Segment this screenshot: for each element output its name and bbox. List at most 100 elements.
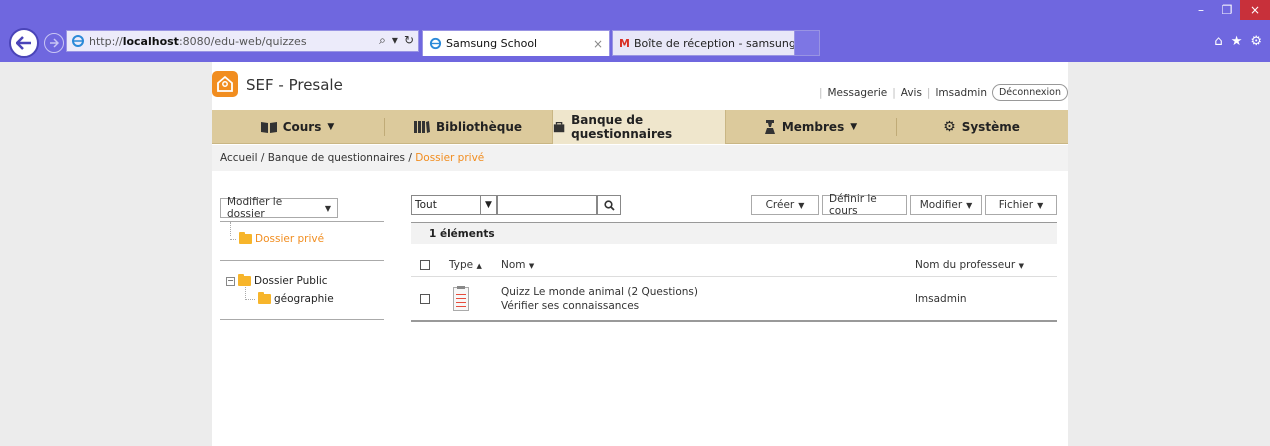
sort-asc-icon: ▲ bbox=[476, 261, 482, 270]
nav-membres[interactable]: Membres ▼ bbox=[726, 110, 896, 144]
gear-icon[interactable]: ⚙ bbox=[1250, 34, 1262, 49]
tree-item-private[interactable]: Dossier privé bbox=[230, 230, 324, 248]
window-controls: – ❐ × bbox=[1188, 0, 1270, 20]
search-icon[interactable]: ⌕ bbox=[379, 33, 386, 48]
nav-label: Bibliothèque bbox=[435, 120, 522, 134]
type-cell bbox=[439, 286, 489, 311]
action-buttons: Créer ▼ Définir le cours Modifier ▼ Fich… bbox=[751, 193, 1057, 217]
minimize-button[interactable]: – bbox=[1188, 0, 1214, 20]
logo[interactable] bbox=[212, 71, 238, 97]
nav-label: Banque de questionnaires bbox=[571, 113, 673, 141]
folder-panel: Modifier le dossier ▼ Dossier privé − Do… bbox=[220, 195, 384, 320]
back-button[interactable] bbox=[9, 28, 39, 58]
ie-icon bbox=[429, 37, 442, 50]
breadcrumb-separator: / bbox=[257, 152, 268, 164]
restore-button[interactable]: ❐ bbox=[1214, 0, 1240, 20]
file-button[interactable]: Fichier ▼ bbox=[985, 195, 1057, 215]
user-links: | Messagerie | Avis | lmsadmin Déconnexi… bbox=[819, 84, 1068, 101]
address-bar[interactable]: http://localhost:8080/edu-web/quizzes ⌕ … bbox=[66, 30, 419, 52]
name-cell: Quizz Le monde animal (2 Questions) Véri… bbox=[489, 285, 903, 313]
messaging-link[interactable]: Messagerie bbox=[827, 87, 887, 99]
nav-cours[interactable]: Cours ▼ bbox=[212, 110, 384, 144]
select-all-checkbox[interactable] bbox=[420, 259, 430, 270]
column-name[interactable]: Nom ▼ bbox=[489, 259, 903, 271]
person-icon bbox=[764, 120, 775, 134]
chevron-down-icon: ▼ bbox=[798, 200, 805, 210]
close-window-button[interactable]: × bbox=[1240, 0, 1270, 20]
quiz-title[interactable]: Quizz Le monde animal (2 Questions) bbox=[501, 285, 903, 299]
create-button[interactable]: Créer ▼ bbox=[751, 195, 819, 215]
chevron-down-icon: ▼ bbox=[850, 122, 858, 132]
url-path: :8080/edu-web/quizzes bbox=[178, 34, 307, 48]
star-icon[interactable]: ★ bbox=[1231, 34, 1243, 49]
user-link[interactable]: lmsadmin bbox=[935, 87, 987, 99]
sort-desc-icon: ▼ bbox=[528, 261, 535, 270]
search-button[interactable] bbox=[597, 195, 621, 215]
breadcrumb-question-bank[interactable]: Banque de questionnaires bbox=[268, 152, 405, 164]
tab-samsung-school[interactable]: Samsung School × bbox=[422, 30, 610, 56]
search-icon bbox=[603, 199, 615, 211]
row-checkbox-cell bbox=[411, 294, 439, 304]
new-tab-button[interactable] bbox=[794, 30, 820, 56]
tab-label: Samsung School bbox=[446, 37, 538, 50]
forward-button[interactable] bbox=[44, 33, 64, 53]
divider bbox=[220, 319, 384, 320]
tree-item-public[interactable]: − Dossier Public bbox=[226, 272, 328, 290]
column-type[interactable]: Type ▲ bbox=[439, 259, 489, 271]
column-label: Nom bbox=[501, 258, 526, 271]
url-scheme: http:// bbox=[89, 34, 123, 48]
school-logo-icon bbox=[217, 75, 233, 92]
column-label: Type bbox=[449, 258, 474, 271]
type-filter-select[interactable]: Tout ▼ bbox=[411, 195, 497, 215]
notices-link[interactable]: Avis bbox=[901, 87, 922, 99]
breadcrumb: Accueil / Banque de questionnaires / Dos… bbox=[212, 145, 1068, 171]
logout-button[interactable]: Déconnexion bbox=[991, 84, 1068, 101]
set-course-button[interactable]: Définir le cours bbox=[822, 193, 907, 217]
public-folder-section: − Dossier Public géographie bbox=[220, 261, 384, 319]
row-checkbox[interactable] bbox=[420, 294, 430, 304]
close-tab-icon[interactable]: × bbox=[593, 37, 603, 51]
folder-label: Dossier Public bbox=[254, 275, 328, 287]
browser-toolbar-icons: ⌂ ★ ⚙ bbox=[1214, 34, 1262, 49]
nav-label: Membres bbox=[781, 120, 845, 134]
separator: | bbox=[926, 86, 931, 99]
page: SEF - Presale | Messagerie | Avis | lmsa… bbox=[212, 62, 1068, 446]
chevron-down-icon: ▼ bbox=[480, 196, 496, 214]
home-icon[interactable]: ⌂ bbox=[1214, 34, 1222, 49]
tree-line bbox=[230, 238, 236, 240]
gmail-icon: M bbox=[619, 36, 630, 50]
column-teacher[interactable]: Nom du professeur ▼ bbox=[903, 259, 1057, 271]
chevron-down-icon: ▼ bbox=[966, 200, 973, 210]
teacher-cell: lmsadmin bbox=[903, 293, 1057, 305]
table-row[interactable]: Quizz Le monde animal (2 Questions) Véri… bbox=[411, 278, 1057, 322]
library-icon bbox=[413, 121, 430, 133]
separator: | bbox=[892, 86, 896, 99]
modify-folder-button[interactable]: Modifier le dossier ▼ bbox=[220, 196, 338, 220]
header-checkbox-cell bbox=[411, 259, 439, 270]
button-label: Définir le cours bbox=[829, 193, 877, 217]
private-folder-section: Dossier privé bbox=[220, 222, 384, 260]
back-arrow-icon bbox=[16, 36, 31, 50]
book-icon bbox=[260, 122, 277, 133]
nav-banque-questionnaires[interactable]: Banque de questionnaires bbox=[552, 110, 726, 144]
separator: | bbox=[818, 86, 823, 99]
button-label: Créer bbox=[765, 199, 795, 211]
count-label: 1 éléments bbox=[429, 227, 495, 240]
collapse-icon[interactable]: − bbox=[226, 276, 235, 286]
modify-button[interactable]: Modifier ▼ bbox=[910, 195, 982, 215]
nav-bibliotheque[interactable]: Bibliothèque bbox=[385, 110, 552, 144]
search-input[interactable] bbox=[497, 195, 597, 215]
dropdown-icon[interactable]: ▾ bbox=[392, 33, 398, 48]
quiz-document-icon bbox=[453, 286, 469, 311]
tree-line bbox=[245, 298, 255, 300]
refresh-icon[interactable]: ↻ bbox=[404, 33, 414, 48]
nav-systeme[interactable]: ⚙ Système bbox=[897, 110, 1067, 144]
folder-icon bbox=[258, 292, 271, 304]
tab-gmail[interactable]: M Boîte de réception - samsungs... bbox=[612, 30, 820, 56]
tree-item-geographie[interactable]: géographie bbox=[245, 290, 334, 308]
breadcrumb-home[interactable]: Accueil bbox=[220, 152, 258, 164]
folder-icon bbox=[239, 232, 252, 244]
sort-desc-icon: ▼ bbox=[1018, 261, 1024, 270]
teacher-name: lmsadmin bbox=[915, 293, 967, 305]
page-header: SEF - Presale | Messagerie | Avis | lmsa… bbox=[212, 62, 1068, 110]
